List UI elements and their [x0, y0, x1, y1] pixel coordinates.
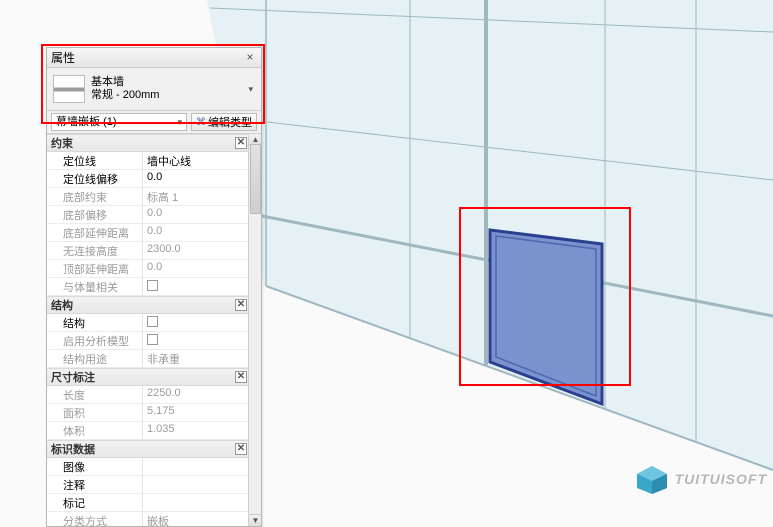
property-label: 底部约束: [47, 188, 143, 205]
property-value: 0.0: [143, 260, 261, 277]
properties-panel: 属性 × 基本墙 常规 - 200mm ▾ 幕墙嵌板 (1) ▾ ⌘ 编辑类型 …: [46, 47, 262, 527]
scroll-down-icon[interactable]: ▼: [249, 514, 261, 526]
property-value[interactable]: [143, 314, 261, 331]
collapse-icon[interactable]: ✕: [235, 443, 247, 455]
scrollbar[interactable]: ▲ ▼: [248, 134, 261, 526]
property-label: 图像: [47, 458, 143, 475]
property-label: 与体量相关: [47, 278, 143, 295]
property-row[interactable]: 定位线偏移0.0: [47, 170, 261, 188]
property-label: 结构用途: [47, 350, 143, 367]
chevron-down-icon[interactable]: ▾: [246, 84, 255, 95]
property-row: 启用分析模型: [47, 332, 261, 350]
property-value: 5.175: [143, 404, 261, 421]
instance-label: 幕墙嵌板 (1): [56, 114, 117, 130]
scrollbar-thumb[interactable]: [250, 144, 261, 214]
property-row[interactable]: 注释: [47, 476, 261, 494]
category-name: 标识数据: [51, 441, 95, 457]
property-value[interactable]: 墙中心线: [143, 152, 261, 169]
edit-type-label: 编辑类型: [208, 114, 252, 130]
checkbox[interactable]: [147, 316, 158, 327]
type-family: 基本墙: [91, 76, 246, 89]
property-label: 无连接高度: [47, 242, 143, 259]
instance-row: 幕墙嵌板 (1) ▾ ⌘ 编辑类型: [47, 111, 261, 134]
property-row[interactable]: 结构: [47, 314, 261, 332]
property-label: 注释: [47, 476, 143, 493]
watermark-text: TUITUISOFT: [675, 471, 767, 487]
property-label: 标记: [47, 494, 143, 511]
property-row: 底部延伸距离0.0: [47, 224, 261, 242]
property-row: 顶部延伸距离0.0: [47, 260, 261, 278]
category-name: 约束: [51, 135, 73, 151]
property-label: 长度: [47, 386, 143, 403]
property-value: [143, 332, 261, 349]
instance-dropdown[interactable]: 幕墙嵌板 (1) ▾: [51, 113, 187, 131]
property-value[interactable]: [143, 476, 261, 493]
property-value: 非承重: [143, 350, 261, 367]
type-name: 常规 - 200mm: [91, 89, 246, 102]
property-value[interactable]: [143, 458, 261, 475]
category-header[interactable]: 约束 ✕: [47, 134, 261, 152]
property-label: 底部延伸距离: [47, 224, 143, 241]
property-label: 体积: [47, 422, 143, 439]
watermark-logo-icon: [635, 464, 669, 494]
property-label: 底部偏移: [47, 206, 143, 223]
property-row[interactable]: 标记: [47, 494, 261, 512]
property-value: 0.0: [143, 224, 261, 241]
edit-type-button[interactable]: ⌘ 编辑类型: [191, 113, 257, 131]
property-value: 1.035: [143, 422, 261, 439]
checkbox: [147, 280, 158, 291]
category-name: 尺寸标注: [51, 369, 95, 385]
panel-header[interactable]: 属性 ×: [47, 48, 261, 68]
property-row[interactable]: 定位线墙中心线: [47, 152, 261, 170]
property-row: 面积5.175: [47, 404, 261, 422]
property-row: 无连接高度2300.0: [47, 242, 261, 260]
property-value: 0.0: [143, 206, 261, 223]
property-row: 长度2250.0: [47, 386, 261, 404]
property-value: [143, 278, 261, 295]
property-row: 结构用途非承重: [47, 350, 261, 368]
type-thumbnail-icon: [53, 75, 85, 103]
checkbox: [147, 334, 158, 345]
category-header[interactable]: 标识数据 ✕: [47, 440, 261, 458]
property-label: 启用分析模型: [47, 332, 143, 349]
property-label: 定位线偏移: [47, 170, 143, 187]
property-label: 定位线: [47, 152, 143, 169]
property-grid: 约束✕定位线墙中心线定位线偏移0.0底部约束标高 1底部偏移0.0底部延伸距离0…: [47, 134, 261, 526]
property-row[interactable]: 图像: [47, 458, 261, 476]
watermark: TUITUISOFT: [635, 464, 767, 494]
edit-type-icon: ⌘: [196, 117, 206, 128]
category-name: 结构: [51, 297, 73, 313]
collapse-icon[interactable]: ✕: [235, 371, 247, 383]
property-row: 底部偏移0.0: [47, 206, 261, 224]
property-value[interactable]: [143, 494, 261, 511]
property-row: 分类方式嵌板: [47, 512, 261, 526]
type-selector[interactable]: 基本墙 常规 - 200mm ▾: [47, 68, 261, 111]
type-text: 基本墙 常规 - 200mm: [91, 76, 246, 102]
property-label: 顶部延伸距离: [47, 260, 143, 277]
property-value[interactable]: 0.0: [143, 170, 261, 187]
chevron-down-icon: ▾: [177, 114, 182, 130]
category-header[interactable]: 结构 ✕: [47, 296, 261, 314]
panel-title: 属性: [51, 49, 75, 66]
property-label: 结构: [47, 314, 143, 331]
property-label: 分类方式: [47, 512, 143, 526]
property-row: 底部约束标高 1: [47, 188, 261, 206]
property-label: 面积: [47, 404, 143, 421]
property-row: 与体量相关: [47, 278, 261, 296]
collapse-icon[interactable]: ✕: [235, 299, 247, 311]
category-header[interactable]: 尺寸标注 ✕: [47, 368, 261, 386]
property-row: 体积1.035: [47, 422, 261, 440]
close-icon[interactable]: ×: [243, 51, 257, 65]
property-value: 标高 1: [143, 188, 261, 205]
property-value: 2250.0: [143, 386, 261, 403]
collapse-icon[interactable]: ✕: [235, 137, 247, 149]
property-value: 2300.0: [143, 242, 261, 259]
property-value: 嵌板: [143, 512, 261, 526]
